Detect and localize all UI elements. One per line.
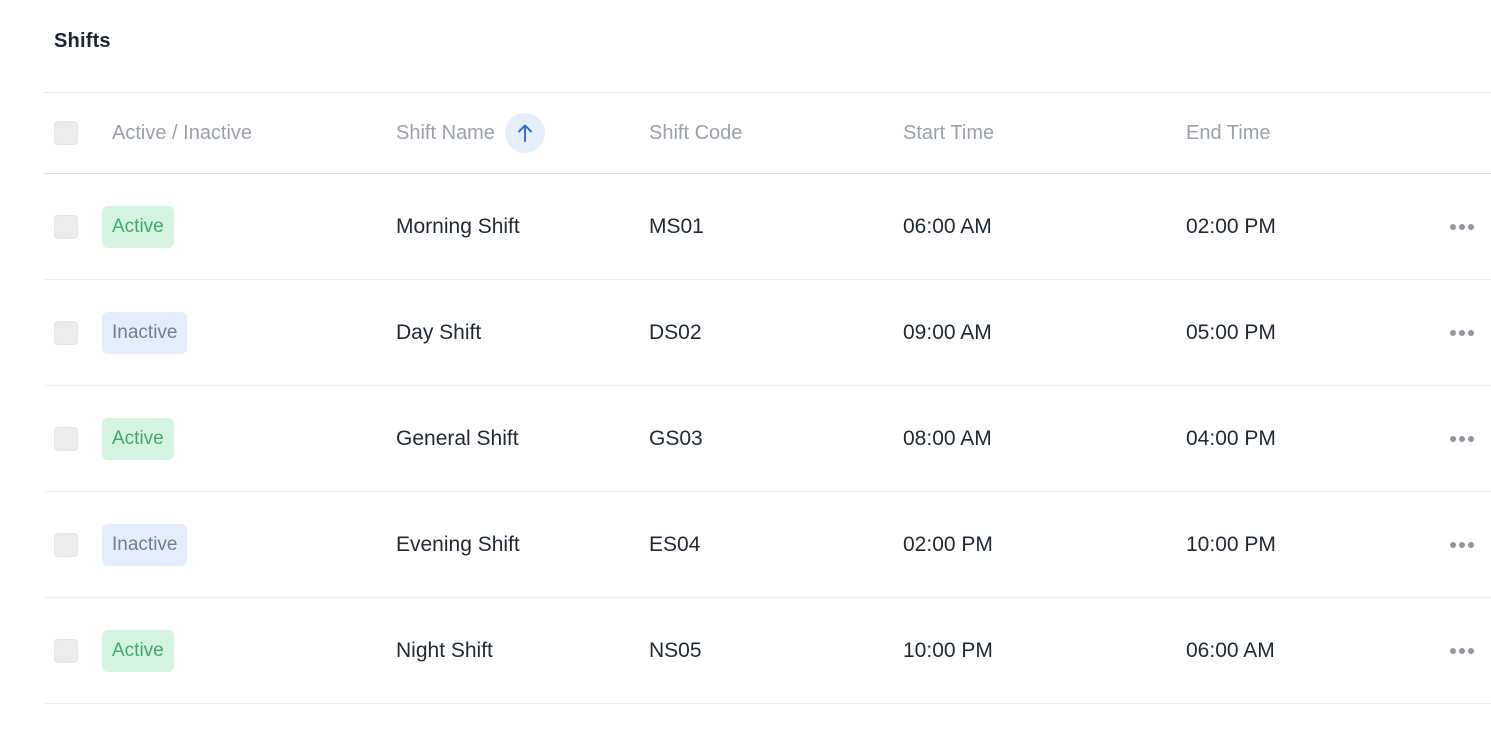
column-header-status[interactable]: Active / Inactive [112,122,252,145]
column-header-end-time[interactable]: End Time [1186,122,1270,145]
column-header-shift-code[interactable]: Shift Code [649,122,742,145]
more-horizontal-icon[interactable] [1444,430,1480,448]
arrow-up-icon [517,124,532,142]
start-time-cell: 10:00 PM [903,638,993,662]
shift-code-cell: GS03 [649,426,703,450]
more-horizontal-icon[interactable] [1444,324,1480,342]
end-time-cell: 06:00 AM [1186,638,1275,662]
shift-code-cell: MS01 [649,214,704,238]
shift-name-cell: Night Shift [396,638,493,662]
shifts-table: Active / Inactive Shift Name Shift Code … [44,92,1491,704]
row-checkbox[interactable] [54,638,78,663]
start-time-cell: 06:00 AM [903,214,992,238]
more-horizontal-icon[interactable] [1444,218,1480,236]
table-row[interactable]: Inactive Evening Shift ES04 02:00 PM 10:… [44,492,1491,598]
more-horizontal-icon[interactable] [1444,642,1480,660]
end-time-cell: 04:00 PM [1186,426,1276,450]
end-time-cell: 05:00 PM [1186,320,1276,344]
table-header: Active / Inactive Shift Name Shift Code … [44,92,1491,174]
end-time-cell: 02:00 PM [1186,214,1276,238]
shift-name-cell: Evening Shift [396,532,520,556]
row-checkbox[interactable] [54,426,78,451]
status-badge: Inactive [102,311,188,354]
row-checkbox[interactable] [54,320,78,345]
page-title: Shifts [54,30,111,52]
column-header-shift-name[interactable]: Shift Name [396,122,495,145]
status-badge: Inactive [102,523,188,566]
shift-code-cell: ES04 [649,532,701,556]
start-time-cell: 08:00 AM [903,426,992,450]
shift-name-cell: General Shift [396,426,519,450]
shift-code-cell: NS05 [649,638,702,662]
shift-name-cell: Morning Shift [396,214,520,238]
shifts-page: Shifts Active / Inactive Shift Name Shif… [0,0,1491,729]
row-checkbox[interactable] [54,214,78,239]
end-time-cell: 10:00 PM [1186,532,1276,556]
status-badge: Active [102,629,174,672]
column-header-start-time[interactable]: Start Time [903,122,994,145]
start-time-cell: 02:00 PM [903,532,993,556]
start-time-cell: 09:00 AM [903,320,992,344]
table-row[interactable]: Active Morning Shift MS01 06:00 AM 02:00… [44,174,1491,280]
table-row[interactable]: Active General Shift GS03 08:00 AM 04:00… [44,386,1491,492]
select-all-checkbox[interactable] [54,121,78,145]
shift-code-cell: DS02 [649,320,702,344]
table-row[interactable]: Active Night Shift NS05 10:00 PM 06:00 A… [44,598,1491,704]
more-horizontal-icon[interactable] [1444,536,1480,554]
row-checkbox[interactable] [54,532,78,557]
status-badge: Active [102,417,174,460]
shift-name-cell: Day Shift [396,320,482,344]
table-body: Active Morning Shift MS01 06:00 AM 02:00… [44,174,1491,704]
status-badge: Active [102,205,174,248]
table-row[interactable]: Inactive Day Shift DS02 09:00 AM 05:00 P… [44,280,1491,386]
sort-ascending-button[interactable] [504,113,545,153]
